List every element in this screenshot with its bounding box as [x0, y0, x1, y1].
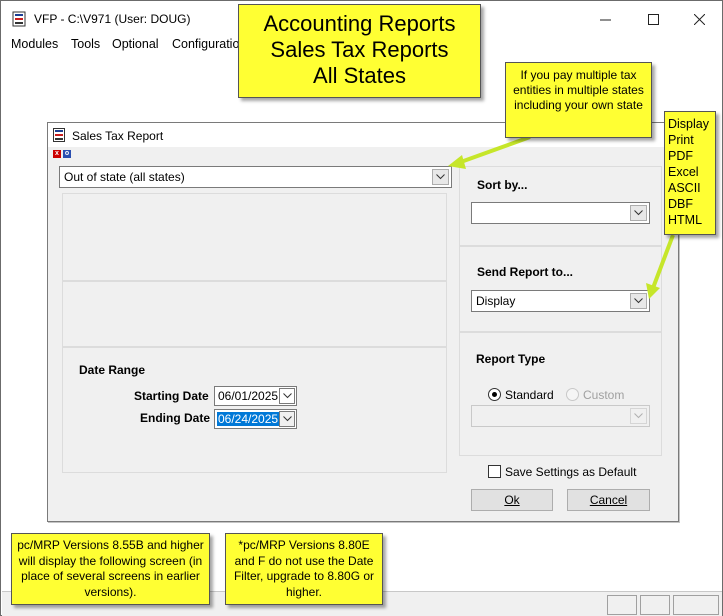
- status-pane-3: [673, 595, 719, 615]
- filter-panel-top: [62, 193, 447, 281]
- minimize-icon: [599, 19, 611, 20]
- sales-tax-report-dialog: Sales Tax Report x o Out of state (all s…: [47, 122, 679, 522]
- state-select[interactable]: Out of state (all states): [59, 166, 452, 188]
- chevron-down-icon: [282, 416, 292, 422]
- send-option-pdf: PDF: [668, 149, 693, 163]
- state-select-value: Out of state (all states): [64, 170, 185, 184]
- maximize-button[interactable]: [630, 6, 676, 32]
- chevron-down-icon: [634, 210, 643, 216]
- ending-date-picker[interactable]: 06/24/2025: [214, 409, 297, 429]
- version-note-2-text: *pc/MRP Versions 8.80E and F do not use …: [233, 538, 375, 599]
- starting-date-label: Starting Date: [134, 389, 209, 403]
- send-option-ascii: ASCII: [668, 181, 701, 195]
- title-callout-line-3: All States: [313, 63, 406, 88]
- sort-by-select[interactable]: [471, 202, 650, 224]
- send-option-html: HTML: [668, 213, 703, 227]
- status-pane-1: [607, 595, 637, 615]
- ok-button[interactable]: Ok: [471, 489, 553, 511]
- starting-date-dropdown-button[interactable]: [279, 388, 295, 404]
- chevron-down-icon: [634, 298, 643, 304]
- send-option-excel: Excel: [668, 165, 699, 179]
- report-type-label: Report Type: [476, 352, 546, 366]
- send-option-dbf: DBF: [668, 197, 693, 211]
- ending-date-label: Ending Date: [140, 411, 211, 425]
- starting-date-picker[interactable]: 06/01/2025: [214, 386, 297, 406]
- close-icon: [693, 13, 705, 25]
- chevron-down-icon: [436, 174, 445, 180]
- window-title: VFP - C:\V971 (User: DOUG): [34, 12, 191, 26]
- standard-label: Standard: [505, 388, 554, 402]
- title-callout-line-2: Sales Tax Reports: [270, 37, 449, 62]
- menu-optional[interactable]: Optional: [112, 37, 159, 51]
- ok-button-label: Ok: [504, 493, 520, 507]
- custom-label: Custom: [583, 388, 625, 402]
- state-select-dropdown-button[interactable]: [432, 169, 449, 185]
- ending-date-dropdown-button[interactable]: [279, 411, 295, 427]
- chevron-down-icon: [634, 413, 643, 419]
- menu-configuration[interactable]: Configuratio: [172, 37, 239, 51]
- ending-date-value: 06/24/2025: [217, 412, 280, 426]
- cancel-button[interactable]: Cancel: [567, 489, 650, 511]
- chevron-down-icon: [282, 393, 292, 399]
- title-callout: Accounting Reports Sales Tax Reports All…: [238, 4, 481, 98]
- send-report-select[interactable]: Display: [471, 290, 650, 312]
- menu-tools[interactable]: Tools: [71, 37, 100, 51]
- send-report-dropdown-button[interactable]: [630, 293, 647, 309]
- version-note-callout-2: *pc/MRP Versions 8.80E and F do not use …: [225, 533, 383, 605]
- dialog-title: Sales Tax Report: [72, 129, 164, 143]
- send-report-label: Send Report to...: [477, 265, 573, 279]
- standard-radio[interactable]: [488, 388, 501, 401]
- custom-report-dropdown-button[interactable]: [630, 408, 647, 424]
- status-pane-2: [640, 595, 670, 615]
- filter-panel-middle: [62, 281, 447, 347]
- sort-by-dropdown-button[interactable]: [630, 205, 647, 221]
- version-note-1-text: pc/MRP Versions 8.55B and higher will di…: [17, 538, 204, 599]
- send-report-value: Display: [476, 294, 516, 308]
- maximize-icon: [647, 13, 659, 25]
- starting-date-value: 06/01/2025: [218, 389, 279, 403]
- cancel-button-label: Cancel: [589, 493, 628, 507]
- tax-entities-callout: If you pay multiple tax entities in mult…: [505, 62, 652, 138]
- send-report-panel: [459, 246, 662, 332]
- date-range-label: Date Range: [79, 363, 146, 377]
- tax-entities-callout-text: If you pay multiple tax entities in mult…: [513, 68, 644, 112]
- send-options-callout: Display Print PDF Excel ASCII DBF HTML: [664, 111, 716, 235]
- version-note-callout-1: pc/MRP Versions 8.55B and higher will di…: [11, 533, 210, 605]
- send-option-print: Print: [668, 133, 694, 147]
- minimize-button[interactable]: [582, 6, 628, 32]
- custom-radio[interactable]: [566, 388, 579, 401]
- save-settings-label: Save Settings as Default: [505, 465, 637, 479]
- close-button[interactable]: [676, 6, 722, 32]
- title-callout-line-1: Accounting Reports: [263, 11, 456, 36]
- report-icon: [53, 128, 65, 142]
- menu-modules[interactable]: Modules: [11, 37, 58, 51]
- sort-by-label: Sort by...: [477, 178, 528, 192]
- dialog-options-mini-icon[interactable]: o: [63, 150, 71, 158]
- custom-report-select[interactable]: [471, 405, 650, 427]
- send-option-display: Display: [668, 117, 709, 131]
- save-settings-checkbox[interactable]: [488, 465, 501, 478]
- dialog-close-mini-icon[interactable]: x: [53, 150, 61, 158]
- app-icon: [12, 11, 26, 27]
